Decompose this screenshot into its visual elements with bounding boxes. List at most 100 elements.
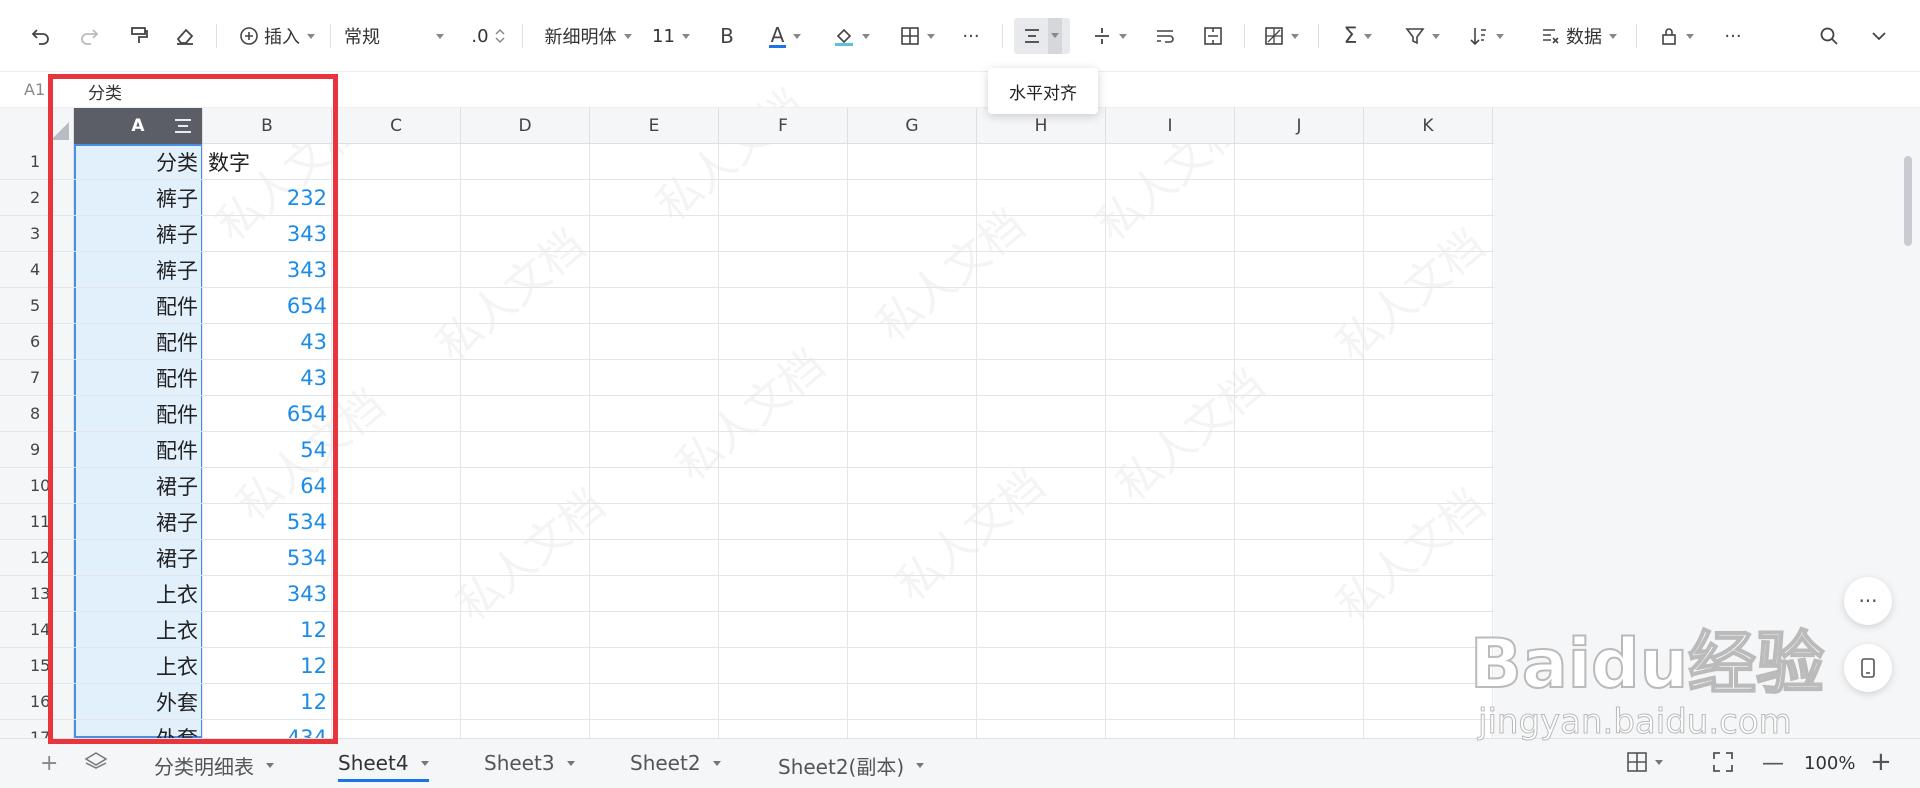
cell-b11[interactable]: 534 (203, 504, 332, 540)
sort-button[interactable] (1462, 16, 1510, 56)
row-header-1[interactable]: 1 (0, 144, 74, 180)
row-header-14[interactable]: 14 (0, 612, 74, 648)
merge-cells-button[interactable] (1198, 16, 1228, 56)
row-header-12[interactable]: 12 (0, 540, 74, 576)
cell-a3[interactable]: 裤子 (74, 216, 203, 252)
cell-a16[interactable]: 外套 (74, 684, 203, 720)
font-color-button[interactable]: A (760, 16, 810, 56)
more-options-float-button[interactable]: ··· (1844, 577, 1892, 625)
cell-area[interactable]: 分类 数字 裤子 232 裤子 343 裤子 343 配件 654 配件 43 配件 43 配件 654 配件 5… (74, 144, 1494, 738)
cell-a5[interactable]: 配件 (74, 288, 203, 324)
lock-button[interactable] (1652, 16, 1700, 56)
cell-a15[interactable]: 上衣 (74, 648, 203, 684)
view-mode-button[interactable] (1626, 751, 1663, 773)
column-header-j[interactable]: J (1235, 108, 1364, 144)
cell-b10[interactable]: 64 (203, 468, 332, 504)
redo-icon[interactable] (74, 16, 104, 56)
row-header-11[interactable]: 11 (0, 504, 74, 540)
sheet-tab-1[interactable]: 分类明细表 (154, 751, 274, 780)
add-sheet-icon[interactable]: + (40, 751, 58, 776)
search-button[interactable] (1814, 16, 1844, 56)
sheet-list-icon[interactable] (84, 751, 108, 769)
font-family-select[interactable]: 新细明体 (540, 16, 636, 56)
column-header-f[interactable]: F (719, 108, 848, 144)
cell-a12[interactable]: 裙子 (74, 540, 203, 576)
column-header-d[interactable]: D (461, 108, 590, 144)
column-filter-icon[interactable] (174, 117, 192, 135)
undo-icon[interactable] (26, 16, 56, 56)
cell-b12[interactable]: 534 (203, 540, 332, 576)
row-header-5[interactable]: 5 (0, 288, 74, 324)
filter-button[interactable] (1398, 16, 1446, 56)
row-header-3[interactable]: 3 (0, 216, 74, 252)
font-size-select[interactable]: 11 (648, 16, 694, 56)
border-button[interactable] (894, 16, 940, 56)
row-header-16[interactable]: 16 (0, 684, 74, 720)
cell-b17[interactable]: 434 (203, 720, 332, 738)
row-header-10[interactable]: 10 (0, 468, 74, 504)
cell-a11[interactable]: 裙子 (74, 504, 203, 540)
cell-b6[interactable]: 43 (203, 324, 332, 360)
data-menu-button[interactable]: 数据 (1536, 16, 1622, 56)
more-format-button[interactable]: ··· (956, 16, 986, 56)
collapse-toolbar-button[interactable] (1864, 16, 1894, 56)
fullscreen-icon[interactable] (1712, 751, 1734, 773)
zoom-out-button[interactable]: — (1762, 751, 1784, 776)
cell-a6[interactable]: 配件 (74, 324, 203, 360)
row-header-7[interactable]: 7 (0, 360, 74, 396)
cell-a14[interactable]: 上衣 (74, 612, 203, 648)
column-header-k[interactable]: K (1364, 108, 1493, 144)
conditional-format-button[interactable] (1258, 16, 1304, 56)
formula-input[interactable]: 分类 (88, 79, 122, 104)
eraser-icon[interactable] (170, 16, 200, 56)
row-header-13[interactable]: 13 (0, 576, 74, 612)
vertical-scrollbar[interactable] (1904, 156, 1912, 246)
mobile-view-button[interactable] (1844, 644, 1892, 692)
sheet-tab-3[interactable]: Sheet3 (484, 751, 575, 775)
select-all-corner[interactable] (0, 108, 74, 144)
zoom-in-button[interactable]: + (1870, 747, 1892, 777)
decimal-stepper[interactable]: .0 (464, 16, 512, 56)
cell-a10[interactable]: 裙子 (74, 468, 203, 504)
cell-b2[interactable]: 232 (203, 180, 332, 216)
cell-reference[interactable]: A1 (24, 80, 45, 99)
cell-b4[interactable]: 343 (203, 252, 332, 288)
row-header-2[interactable]: 2 (0, 180, 74, 216)
sheet-tab-2[interactable]: Sheet4 (338, 751, 429, 782)
row-header-15[interactable]: 15 (0, 648, 74, 684)
cell-a13[interactable]: 上衣 (74, 576, 203, 612)
column-header-e[interactable]: E (590, 108, 719, 144)
cell-b9[interactable]: 54 (203, 432, 332, 468)
cell-b5[interactable]: 654 (203, 288, 332, 324)
cell-b14[interactable]: 12 (203, 612, 332, 648)
column-header-b[interactable]: B (203, 108, 332, 144)
number-format-select[interactable]: 常规 (344, 16, 444, 56)
sheet-tab-5[interactable]: Sheet2(副本) (778, 751, 925, 780)
sheet-tab-4[interactable]: Sheet2 (630, 751, 721, 775)
cell-a1[interactable]: 分类 (74, 144, 203, 180)
cell-b15[interactable]: 12 (203, 648, 332, 684)
fill-color-button[interactable] (826, 16, 876, 56)
vertical-align-button[interactable] (1086, 16, 1132, 56)
cell-b16[interactable]: 12 (203, 684, 332, 720)
column-header-c[interactable]: C (332, 108, 461, 144)
cell-b3[interactable]: 343 (203, 216, 332, 252)
wrap-text-button[interactable] (1150, 16, 1180, 56)
column-header-g[interactable]: G (848, 108, 977, 144)
row-header-8[interactable]: 8 (0, 396, 74, 432)
cell-a2[interactable]: 裤子 (74, 180, 203, 216)
row-header-4[interactable]: 4 (0, 252, 74, 288)
row-header-9[interactable]: 9 (0, 432, 74, 468)
cell-b1[interactable]: 数字 (203, 144, 332, 180)
cell-a8[interactable]: 配件 (74, 396, 203, 432)
format-painter-icon[interactable] (124, 16, 154, 56)
cell-a7[interactable]: 配件 (74, 360, 203, 396)
column-header-i[interactable]: I (1106, 108, 1235, 144)
bold-button[interactable]: B (712, 16, 742, 56)
cell-b13[interactable]: 343 (203, 576, 332, 612)
cell-a4[interactable]: 裤子 (74, 252, 203, 288)
row-header-6[interactable]: 6 (0, 324, 74, 360)
insert-button[interactable]: 插入 (232, 16, 322, 56)
horizontal-align-button[interactable] (1014, 18, 1070, 54)
column-header-a[interactable]: A (74, 108, 203, 144)
